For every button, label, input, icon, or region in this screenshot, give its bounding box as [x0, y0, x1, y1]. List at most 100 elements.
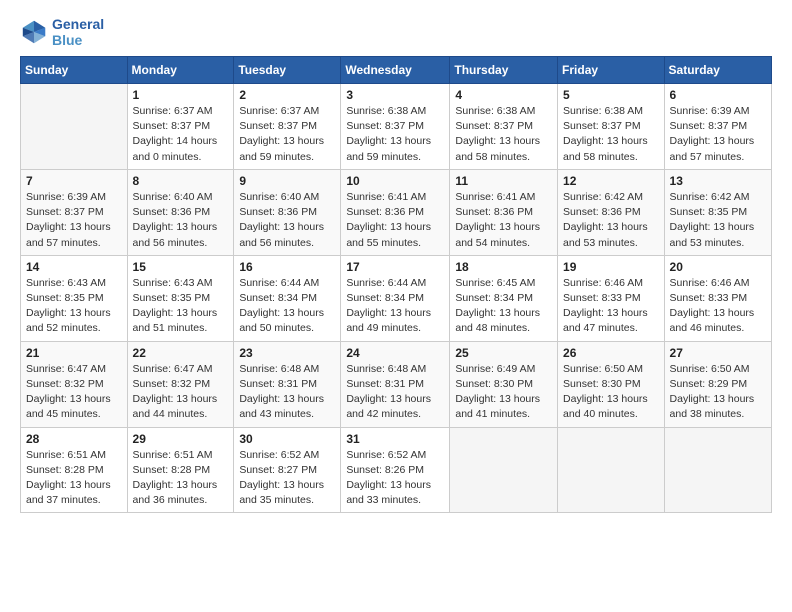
day-number: 2	[239, 88, 335, 102]
weekday-header-monday: Monday	[127, 57, 234, 84]
day-info: Sunrise: 6:41 AMSunset: 8:36 PMDaylight:…	[346, 190, 444, 251]
calendar-cell: 15Sunrise: 6:43 AMSunset: 8:35 PMDayligh…	[127, 255, 234, 341]
day-info: Sunrise: 6:49 AMSunset: 8:30 PMDaylight:…	[455, 362, 552, 423]
day-info: Sunrise: 6:39 AMSunset: 8:37 PMDaylight:…	[26, 190, 122, 251]
calendar-cell: 13 Sunrise: 6:42 AMSunset: 8:35 PMDayligh…	[664, 169, 771, 255]
day-number: 18	[455, 260, 552, 274]
day-info: Sunrise: 6:42 AMSunset: 8:36 PMDaylight:…	[563, 190, 659, 251]
day-number: 1	[133, 88, 229, 102]
calendar-cell	[21, 84, 128, 170]
day-info: Sunrise: 6:48 AMSunset: 8:31 PMDaylight:…	[239, 362, 335, 423]
calendar-cell: 12Sunrise: 6:42 AMSunset: 8:36 PMDayligh…	[558, 169, 665, 255]
day-number: 6	[670, 88, 766, 102]
day-info: Sunrise: 6:38 AMSunset: 8:37 PMDaylight:…	[563, 104, 659, 165]
calendar-cell: 3 Sunrise: 6:38 AMSunset: 8:37 PMDaylight…	[341, 84, 450, 170]
day-info: Sunrise: 6:52 AMSunset: 8:26 PMDaylight:…	[346, 448, 444, 509]
calendar-cell: 16Sunrise: 6:44 AMSunset: 8:34 PMDayligh…	[234, 255, 341, 341]
calendar-cell: 29 Sunrise: 6:51 AMSunset: 8:28 PMDayligh…	[127, 427, 234, 513]
day-info: Sunrise: 6:48 AMSunset: 8:31 PMDaylight:…	[346, 362, 444, 423]
day-number: 26	[563, 346, 659, 360]
day-info: Sunrise: 6:43 AMSunset: 8:35 PMDaylight:…	[133, 276, 229, 337]
day-number: 29	[133, 432, 229, 446]
weekday-header-wednesday: Wednesday	[341, 57, 450, 84]
day-info: Sunrise: 6:39 AMSunset: 8:37 PMDaylight:…	[670, 104, 766, 165]
day-number: 25	[455, 346, 552, 360]
calendar-cell: 19 Sunrise: 6:46 AMSunset: 8:33 PMDayligh…	[558, 255, 665, 341]
calendar-week-1: 1 Sunrise: 6:37 AMSunset: 8:37 PMDaylight…	[21, 84, 772, 170]
calendar-cell: 2 Sunrise: 6:37 AMSunset: 8:37 PMDaylight…	[234, 84, 341, 170]
day-info: Sunrise: 6:46 AMSunset: 8:33 PMDaylight:…	[563, 276, 659, 337]
day-info: Sunrise: 6:52 AMSunset: 8:27 PMDaylight:…	[239, 448, 335, 509]
weekday-header-thursday: Thursday	[450, 57, 558, 84]
day-number: 16	[239, 260, 335, 274]
day-number: 9	[239, 174, 335, 188]
calendar-cell: 28 Sunrise: 6:51 AMSunset: 8:28 PMDayligh…	[21, 427, 128, 513]
header: General Blue	[20, 16, 772, 48]
calendar-cell: 25 Sunrise: 6:49 AMSunset: 8:30 PMDayligh…	[450, 341, 558, 427]
day-number: 31	[346, 432, 444, 446]
day-info: Sunrise: 6:41 AMSunset: 8:36 PMDaylight:…	[455, 190, 552, 251]
day-number: 21	[26, 346, 122, 360]
day-number: 8	[133, 174, 229, 188]
calendar-cell: 1 Sunrise: 6:37 AMSunset: 8:37 PMDaylight…	[127, 84, 234, 170]
weekday-header-tuesday: Tuesday	[234, 57, 341, 84]
calendar-table: SundayMondayTuesdayWednesdayThursdayFrid…	[20, 56, 772, 513]
day-info: Sunrise: 6:51 AMSunset: 8:28 PMDaylight:…	[26, 448, 122, 509]
logo-text: General Blue	[52, 16, 104, 48]
day-info: Sunrise: 6:50 AMSunset: 8:29 PMDaylight:…	[670, 362, 766, 423]
day-info: Sunrise: 6:40 AMSunset: 8:36 PMDaylight:…	[133, 190, 229, 251]
day-number: 5	[563, 88, 659, 102]
weekday-header-saturday: Saturday	[664, 57, 771, 84]
day-number: 27	[670, 346, 766, 360]
calendar-week-5: 28 Sunrise: 6:51 AMSunset: 8:28 PMDayligh…	[21, 427, 772, 513]
calendar-cell: 20 Sunrise: 6:46 AMSunset: 8:33 PMDayligh…	[664, 255, 771, 341]
calendar-cell: 5 Sunrise: 6:38 AMSunset: 8:37 PMDaylight…	[558, 84, 665, 170]
calendar-cell: 18Sunrise: 6:45 AMSunset: 8:34 PMDayligh…	[450, 255, 558, 341]
weekday-header-friday: Friday	[558, 57, 665, 84]
calendar-cell: 7 Sunrise: 6:39 AMSunset: 8:37 PMDaylight…	[21, 169, 128, 255]
day-number: 23	[239, 346, 335, 360]
day-info: Sunrise: 6:47 AMSunset: 8:32 PMDaylight:…	[133, 362, 229, 423]
calendar-cell: 27 Sunrise: 6:50 AMSunset: 8:29 PMDayligh…	[664, 341, 771, 427]
day-info: Sunrise: 6:40 AMSunset: 8:36 PMDaylight:…	[239, 190, 335, 251]
calendar-cell: 9 Sunrise: 6:40 AMSunset: 8:36 PMDaylight…	[234, 169, 341, 255]
day-info: Sunrise: 6:37 AMSunset: 8:37 PMDaylight:…	[239, 104, 335, 165]
calendar-cell: 24 Sunrise: 6:48 AMSunset: 8:31 PMDayligh…	[341, 341, 450, 427]
calendar-week-4: 21 Sunrise: 6:47 AMSunset: 8:32 PMDayligh…	[21, 341, 772, 427]
calendar-cell	[664, 427, 771, 513]
calendar-cell: 30Sunrise: 6:52 AMSunset: 8:27 PMDayligh…	[234, 427, 341, 513]
calendar-week-2: 7 Sunrise: 6:39 AMSunset: 8:37 PMDaylight…	[21, 169, 772, 255]
weekday-header-sunday: Sunday	[21, 57, 128, 84]
day-info: Sunrise: 6:44 AMSunset: 8:34 PMDaylight:…	[346, 276, 444, 337]
calendar-cell: 17Sunrise: 6:44 AMSunset: 8:34 PMDayligh…	[341, 255, 450, 341]
day-info: Sunrise: 6:47 AMSunset: 8:32 PMDaylight:…	[26, 362, 122, 423]
day-number: 13	[670, 174, 766, 188]
calendar-cell: 21 Sunrise: 6:47 AMSunset: 8:32 PMDayligh…	[21, 341, 128, 427]
day-number: 24	[346, 346, 444, 360]
day-info: Sunrise: 6:50 AMSunset: 8:30 PMDaylight:…	[563, 362, 659, 423]
day-info: Sunrise: 6:51 AMSunset: 8:28 PMDaylight:…	[133, 448, 229, 509]
logo: General Blue	[20, 16, 104, 48]
day-info: Sunrise: 6:43 AMSunset: 8:35 PMDaylight:…	[26, 276, 122, 337]
day-number: 28	[26, 432, 122, 446]
calendar-cell: 22Sunrise: 6:47 AMSunset: 8:32 PMDayligh…	[127, 341, 234, 427]
day-info: Sunrise: 6:38 AMSunset: 8:37 PMDaylight:…	[346, 104, 444, 165]
day-number: 4	[455, 88, 552, 102]
calendar-cell	[558, 427, 665, 513]
weekday-header-row: SundayMondayTuesdayWednesdayThursdayFrid…	[21, 57, 772, 84]
day-number: 19	[563, 260, 659, 274]
day-info: Sunrise: 6:42 AMSunset: 8:35 PMDaylight:…	[670, 190, 766, 251]
calendar-week-3: 14Sunrise: 6:43 AMSunset: 8:35 PMDayligh…	[21, 255, 772, 341]
page: General Blue SundayMondayTuesdayWednesda…	[0, 0, 792, 533]
calendar-cell: 10 Sunrise: 6:41 AMSunset: 8:36 PMDayligh…	[341, 169, 450, 255]
calendar-cell: 23 Sunrise: 6:48 AMSunset: 8:31 PMDayligh…	[234, 341, 341, 427]
day-number: 3	[346, 88, 444, 102]
calendar-header: SundayMondayTuesdayWednesdayThursdayFrid…	[21, 57, 772, 84]
day-number: 11	[455, 174, 552, 188]
day-number: 10	[346, 174, 444, 188]
day-number: 20	[670, 260, 766, 274]
day-info: Sunrise: 6:37 AMSunset: 8:37 PMDaylight:…	[133, 104, 229, 165]
calendar-cell: 14Sunrise: 6:43 AMSunset: 8:35 PMDayligh…	[21, 255, 128, 341]
day-info: Sunrise: 6:46 AMSunset: 8:33 PMDaylight:…	[670, 276, 766, 337]
day-number: 7	[26, 174, 122, 188]
